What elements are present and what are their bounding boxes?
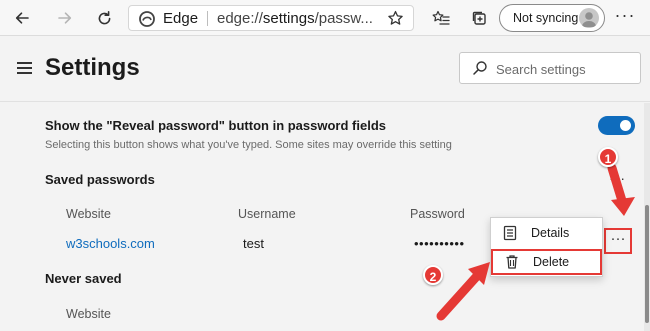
search-input[interactable] <box>496 59 636 79</box>
url-scheme: edge:// <box>217 10 263 27</box>
saved-password-masked: •••••••••• <box>414 236 465 251</box>
column-header-website: Website <box>66 207 111 221</box>
user-silhouette-icon <box>581 12 597 27</box>
details-icon <box>503 225 517 241</box>
menu-item-delete[interactable]: Delete <box>491 249 602 275</box>
menu-item-delete-label: Delete <box>533 255 570 269</box>
back-arrow-icon <box>15 12 29 24</box>
reveal-password-setting-description: Selecting this button shows what you've … <box>45 139 452 151</box>
profile-sync-button[interactable]: Not syncing <box>499 4 605 32</box>
favorites-list-icon <box>432 10 450 25</box>
address-divider <box>207 11 208 26</box>
sync-status-label: Not syncing <box>513 11 579 25</box>
search-box[interactable] <box>459 52 641 84</box>
never-saved-column-website: Website <box>66 307 111 321</box>
favorite-star-icon[interactable] <box>387 10 404 27</box>
column-header-username: Username <box>238 207 296 221</box>
page-title: Settings <box>45 54 140 81</box>
url-text[interactable]: edge://settings/passw... <box>217 10 383 27</box>
browser-menu-button[interactable]: ··· <box>612 5 638 31</box>
toggle-knob <box>620 120 631 131</box>
saved-password-username: test <box>243 236 264 251</box>
refresh-icon <box>98 10 110 24</box>
step-1-badge: 1 <box>598 147 618 167</box>
edge-logo-icon <box>139 11 155 27</box>
refresh-button[interactable] <box>91 5 117 31</box>
site-identity-label: Edge <box>163 10 199 27</box>
reveal-password-toggle[interactable] <box>598 116 635 135</box>
content-scrollbar[interactable] <box>644 103 650 331</box>
avatar <box>579 8 599 28</box>
search-icon <box>473 61 487 75</box>
back-button[interactable] <box>9 5 35 31</box>
row-context-menu: Details Delete <box>490 217 603 277</box>
forward-arrow-icon <box>58 12 72 24</box>
settings-header: Settings <box>0 36 650 102</box>
reveal-password-setting-title: Show the "Reveal password" button in pas… <box>45 118 386 133</box>
browser-toolbar: Edge edge://settings/passw... Not syncin… <box>0 0 650 36</box>
forward-button[interactable] <box>52 5 78 31</box>
address-bar[interactable]: Edge edge://settings/passw... <box>128 5 414 31</box>
column-header-password: Password <box>410 207 465 221</box>
trash-icon <box>506 255 518 269</box>
saved-password-website-link[interactable]: w3schools.com <box>66 236 155 251</box>
collections-icon <box>472 11 486 25</box>
saved-passwords-heading: Saved passwords <box>45 172 155 187</box>
favorites-button[interactable] <box>428 5 454 31</box>
row-more-actions-button[interactable]: ··· <box>604 228 632 254</box>
url-host: settings <box>262 10 315 27</box>
url-path: /passw... <box>314 10 373 27</box>
step-2-badge: 2 <box>423 265 443 285</box>
never-saved-heading: Never saved <box>45 271 122 286</box>
menu-item-details[interactable]: Details <box>491 220 602 246</box>
menu-item-details-label: Details <box>531 226 570 240</box>
saved-passwords-more-button[interactable]: ··· <box>609 170 626 186</box>
scrollbar-thumb[interactable] <box>645 205 649 323</box>
hamburger-menu-icon[interactable] <box>17 62 32 75</box>
collections-button[interactable] <box>466 5 492 31</box>
